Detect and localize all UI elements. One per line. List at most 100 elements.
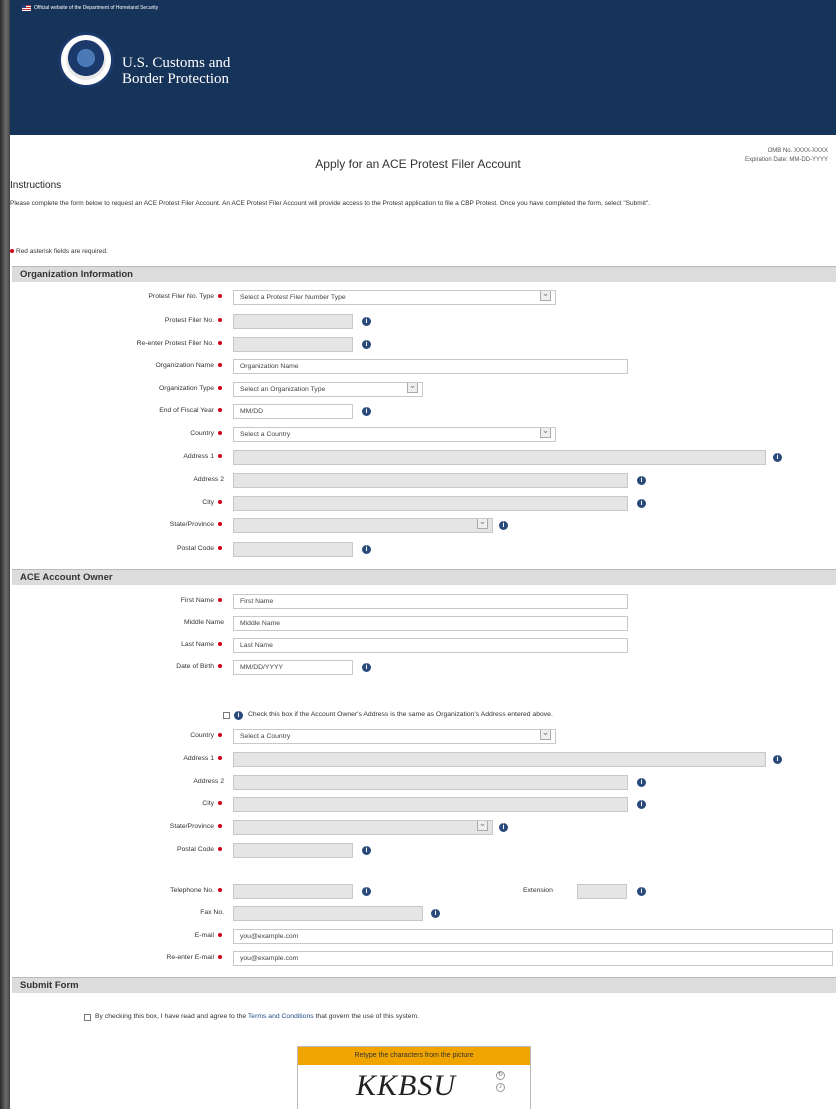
required-icon: [218, 430, 222, 435]
info-icon[interactable]: i: [362, 545, 371, 554]
info-icon[interactable]: i: [362, 663, 371, 672]
field-label: Country: [190, 430, 224, 437]
info-icon[interactable]: i: [637, 499, 646, 508]
extension-input[interactable]: [577, 884, 627, 899]
required-icon: [218, 453, 222, 458]
field-label: Organization Name: [155, 362, 224, 369]
organization-name-input[interactable]: Organization Name: [233, 359, 628, 374]
field-label: Protest Filer No. Type: [148, 293, 224, 300]
field-label: State/Province: [170, 521, 224, 528]
first-name-input[interactable]: First Name: [233, 594, 628, 609]
required-icon: [10, 248, 14, 253]
organization-type-select[interactable]: Select an Organization Type: [233, 382, 423, 397]
required-icon: [218, 641, 222, 646]
info-icon[interactable]: i: [362, 340, 371, 349]
captcha-box: Retype the characters from the picture K…: [297, 1046, 531, 1109]
field-label: Middle Name: [183, 619, 224, 626]
terms-and-conditions-link[interactable]: Terms and Conditions: [248, 1013, 314, 1020]
omb-info: OMB No. XXXX-XXXX Expiration Date: MM-DD…: [745, 147, 828, 165]
address-2-input[interactable]: [233, 473, 628, 488]
agency-name[interactable]: U.S. Customs and Border Protection: [122, 55, 230, 87]
form-row-owner-postal-code: Postal Code i: [0, 843, 836, 859]
owner-country-select[interactable]: Select a Country: [233, 729, 556, 744]
form-row-owner-state-province: State/Province i: [0, 820, 836, 836]
info-icon[interactable]: i: [637, 476, 646, 485]
required-icon: [218, 385, 222, 390]
gov-banner: Official website of the Department of Ho…: [22, 5, 158, 11]
section-ace-account-owner: ACE Account Owner: [12, 569, 836, 585]
form-row-first-name: First Name First Name: [0, 594, 836, 610]
field-label: Protest Filer No.: [165, 317, 224, 324]
info-icon[interactable]: i: [362, 887, 371, 896]
protest-filer-number-input[interactable]: [233, 314, 353, 329]
site-header: Official website of the Department of Ho…: [10, 0, 836, 135]
refresh-icon[interactable]: ↻: [496, 1071, 505, 1080]
required-icon: [218, 954, 222, 959]
terms-label: By checking this box, I have read and ag…: [95, 1013, 420, 1020]
country-select[interactable]: Select a Country: [233, 427, 556, 442]
required-icon: [218, 362, 222, 367]
extension-label: Extension: [523, 887, 553, 894]
field-label: Last Name: [181, 641, 224, 648]
fax-input[interactable]: [233, 906, 423, 921]
reenter-protest-filer-number-input[interactable]: [233, 337, 353, 352]
address-1-input[interactable]: [233, 450, 766, 465]
protest-filer-number-type-select[interactable]: Select a Protest Filer Number Type: [233, 290, 556, 305]
owner-postal-code-input[interactable]: [233, 843, 353, 858]
info-icon[interactable]: i: [362, 407, 371, 416]
field-label: Address 1: [183, 453, 224, 460]
field-label: Country: [190, 732, 224, 739]
field-label: Date of Birth: [176, 663, 224, 670]
info-icon[interactable]: i: [773, 453, 782, 462]
form-row-telephone: Telephone No. i Extension i: [0, 884, 836, 900]
page-title: Apply for an ACE Protest Filer Account: [315, 157, 521, 171]
owner-address-1-input[interactable]: [233, 752, 766, 767]
form-row-protest-filer-no: Protest Filer No. i: [0, 314, 836, 330]
field-label: Re-enter E-mail: [166, 954, 224, 961]
required-icon: [218, 499, 222, 504]
owner-city-input[interactable]: [233, 797, 628, 812]
same-address-checkbox[interactable]: [223, 712, 230, 719]
required-icon: [218, 340, 222, 345]
info-icon[interactable]: i: [234, 711, 243, 720]
field-label: Fax No.: [200, 909, 224, 916]
middle-name-input[interactable]: Middle Name: [233, 616, 628, 631]
reenter-email-input[interactable]: you@example.com: [233, 951, 833, 966]
form-row-organization-type: Organization Type Select an Organization…: [0, 382, 836, 398]
info-icon[interactable]: i: [637, 800, 646, 809]
audio-icon[interactable]: ♪: [496, 1083, 505, 1092]
info-icon[interactable]: i: [499, 823, 508, 832]
info-icon[interactable]: i: [499, 521, 508, 530]
owner-state-province-select[interactable]: [233, 820, 493, 835]
info-icon[interactable]: i: [362, 846, 371, 855]
field-label: State/Province: [170, 823, 224, 830]
required-icon: [218, 317, 222, 322]
info-icon[interactable]: i: [431, 909, 440, 918]
email-input[interactable]: you@example.com: [233, 929, 833, 944]
telephone-input[interactable]: [233, 884, 353, 899]
us-flag-icon: [22, 5, 31, 11]
state-province-select[interactable]: [233, 518, 493, 533]
captcha-controls: ↻ ♪: [496, 1071, 505, 1095]
form-row-country: Country Select a Country: [0, 427, 836, 443]
form-row-owner-address-2: Address 2 i: [0, 775, 836, 791]
postal-code-input[interactable]: [233, 542, 353, 557]
agency-name-line1: U.S. Customs and: [122, 55, 231, 71]
terms-row: By checking this box, I have read and ag…: [0, 1011, 836, 1025]
info-icon[interactable]: i: [637, 887, 646, 896]
terms-checkbox[interactable]: [84, 1014, 91, 1021]
end-of-fiscal-year-input[interactable]: MM/DD: [233, 404, 353, 419]
form-row-reenter-protest-filer-no: Re-enter Protest Filer No. i: [0, 337, 836, 353]
field-label: Organization Type: [159, 385, 224, 392]
last-name-input[interactable]: Last Name: [233, 638, 628, 653]
info-icon[interactable]: i: [637, 778, 646, 787]
field-label: City: [202, 800, 224, 807]
date-of-birth-input[interactable]: MM/DD/YYYY: [233, 660, 353, 675]
info-icon[interactable]: i: [773, 755, 782, 764]
form-row-date-of-birth: Date of Birth MM/DD/YYYY i: [0, 660, 836, 676]
omb-expiration: Expiration Date: MM-DD-YYYY: [744, 157, 828, 163]
city-input[interactable]: [233, 496, 628, 511]
dhs-seal-logo[interactable]: [58, 32, 114, 88]
info-icon[interactable]: i: [362, 317, 371, 326]
owner-address-2-input[interactable]: [233, 775, 628, 790]
